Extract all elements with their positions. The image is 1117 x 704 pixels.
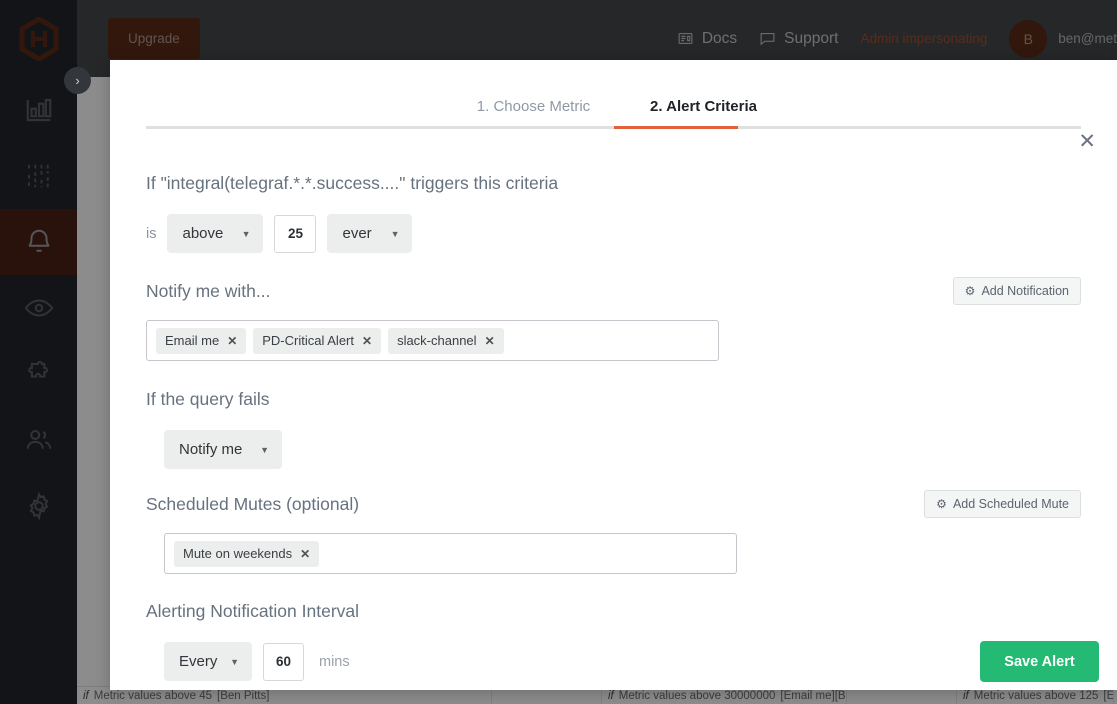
chevron-down-icon: ▼ — [260, 444, 269, 455]
is-label: is — [146, 225, 157, 242]
chevron-right-icon: › — [75, 73, 80, 88]
comparator-select[interactable]: above ▼ — [167, 214, 264, 253]
remove-tag-icon[interactable]: ✕ — [362, 334, 372, 348]
notification-tag-input[interactable]: Email me ✕ PD-Critical Alert ✕ slack-cha… — [146, 320, 719, 361]
tab-alert-criteria[interactable]: 2. Alert Criteria — [624, 98, 784, 125]
save-alert-button[interactable]: Save Alert — [980, 641, 1099, 682]
chevron-down-icon: ▼ — [390, 228, 400, 239]
add-scheduled-mute-button[interactable]: ⚙ Add Scheduled Mute — [924, 490, 1081, 518]
interval-unit-label: mins — [319, 653, 350, 670]
comparator-value: above — [182, 225, 224, 242]
application-root: › Upgrade Docs Support Admin impersonati… — [0, 0, 1117, 704]
query-fails-section: If the query fails Notify me ▼ — [146, 389, 1081, 469]
add-notification-label: Add Notification — [981, 284, 1069, 298]
query-fails-controls-row: Notify me ▼ — [164, 430, 1081, 469]
interval-controls-row: Every ▼ mins Save Alert — [164, 641, 1099, 682]
notify-heading: Notify me with... — [146, 281, 271, 301]
notify-section: Notify me with... ⚙ Add Notification Ema… — [146, 277, 1081, 361]
frequency-value: ever — [342, 225, 372, 242]
query-fails-heading: If the query fails — [146, 389, 270, 409]
gear-icon: ⚙ — [936, 497, 947, 511]
notification-tag[interactable]: PD-Critical Alert ✕ — [253, 327, 382, 354]
gear-icon: ⚙ — [964, 284, 976, 298]
modal-tab-bar: 1. Choose Metric 2. Alert Criteria — [110, 60, 1117, 129]
modal-body: If "integral(telegraf.*.*.success...." t… — [110, 125, 1117, 682]
query-fails-action-select[interactable]: Notify me ▼ — [164, 430, 282, 469]
tag-label: Mute on weekends — [183, 546, 293, 561]
chevron-down-icon: ▼ — [241, 228, 251, 239]
interval-section: Alerting Notification Interval Every ▼ m… — [146, 601, 1099, 682]
frequency-select[interactable]: ever ▼ — [327, 214, 413, 253]
tag-label: PD-Critical Alert — [262, 333, 354, 348]
notification-tag[interactable]: Email me ✕ — [156, 327, 247, 354]
alert-criteria-modal: ✕ 1. Choose Metric 2. Alert Criteria If … — [110, 60, 1117, 690]
notification-tag[interactable]: slack-channel ✕ — [388, 327, 504, 354]
tab-choose-metric[interactable]: 1. Choose Metric — [444, 98, 624, 125]
sidebar-collapse-toggle[interactable]: › — [64, 67, 91, 94]
criteria-section: If "integral(telegraf.*.*.success...." t… — [146, 173, 1081, 253]
interval-heading: Alerting Notification Interval — [146, 601, 360, 621]
remove-tag-icon[interactable]: ✕ — [485, 334, 495, 348]
interval-minutes-input[interactable] — [263, 642, 304, 681]
add-scheduled-mute-label: Add Scheduled Mute — [952, 497, 1069, 511]
tag-label: Email me — [165, 333, 220, 348]
remove-tag-icon[interactable]: ✕ — [300, 547, 310, 561]
tag-label: slack-channel — [397, 333, 477, 348]
scheduled-mute-tag-input[interactable]: Mute on weekends ✕ — [164, 533, 737, 574]
chevron-down-icon: ▼ — [230, 656, 239, 667]
criteria-controls-row: is above ▼ ever ▼ — [146, 214, 1081, 253]
add-notification-button[interactable]: ⚙ Add Notification — [952, 277, 1081, 305]
remove-tag-icon[interactable]: ✕ — [227, 334, 237, 348]
scheduled-mute-tag[interactable]: Mute on weekends ✕ — [174, 540, 320, 567]
query-fails-action-value: Notify me — [179, 441, 243, 458]
interval-mode-select[interactable]: Every ▼ — [164, 642, 252, 681]
criteria-heading: If "integral(telegraf.*.*.success...." t… — [146, 173, 559, 193]
threshold-input[interactable] — [274, 214, 317, 253]
interval-mode-value: Every — [179, 653, 218, 670]
scheduled-mutes-section: Scheduled Mutes (optional) ⚙ Add Schedul… — [146, 490, 1081, 574]
